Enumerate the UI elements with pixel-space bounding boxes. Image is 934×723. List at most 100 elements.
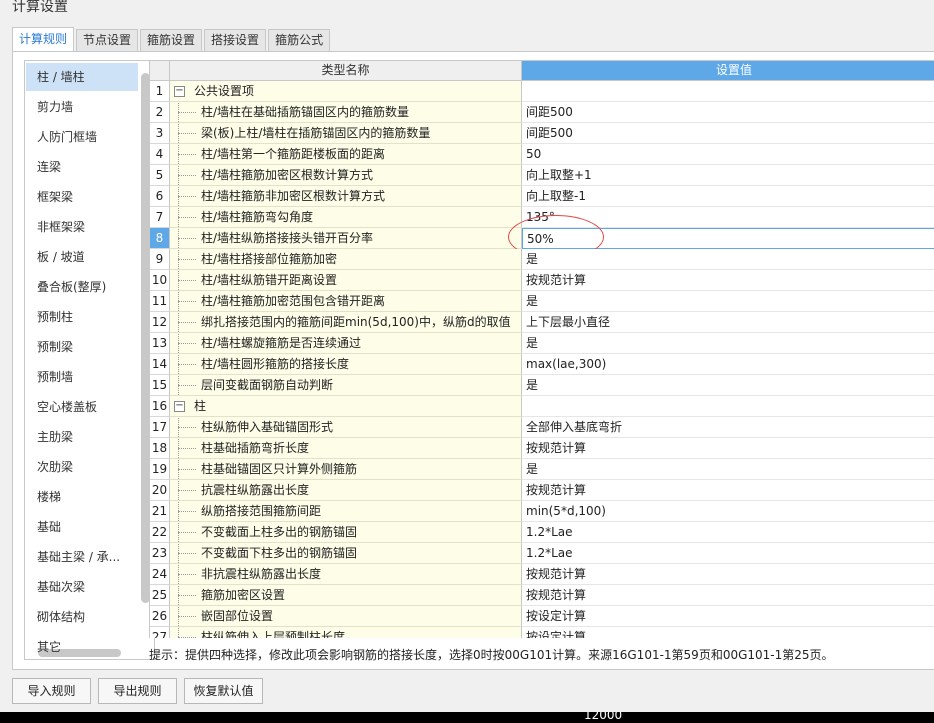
setting-value-cell[interactable] bbox=[522, 396, 934, 417]
setting-value-cell[interactable]: 上下层最小直径 bbox=[522, 312, 934, 333]
setting-value-cell[interactable]: 按规范计算 bbox=[522, 564, 934, 585]
tab-0[interactable]: 计算规则 bbox=[12, 27, 75, 52]
table-row[interactable]: 5 柱/墙柱箍筋加密区根数计算方式 向上取整+1 bbox=[150, 165, 934, 186]
table-row[interactable]: 9 柱/墙柱搭接部位箍筋加密 是 bbox=[150, 249, 934, 270]
grid-header-value[interactable]: 设置值 bbox=[522, 61, 934, 81]
table-row[interactable]: 21 纵筋搭接范围箍筋间距 min(5*d,100) bbox=[150, 501, 934, 522]
row-number[interactable]: 22 bbox=[150, 522, 170, 543]
table-row[interactable]: 22 不变截面上柱多出的钢筋锚固 1.2*Lae bbox=[150, 522, 934, 543]
setting-value-cell[interactable]: max(lae,300) bbox=[522, 354, 934, 375]
left-nav-item[interactable]: 连梁 bbox=[26, 153, 138, 181]
export-rules-button[interactable]: 导出规则 bbox=[98, 678, 177, 704]
table-row[interactable]: 20 抗震柱纵筋露出长度 按规范计算 bbox=[150, 480, 934, 501]
table-row[interactable]: 14 柱/墙柱圆形箍筋的搭接长度 max(lae,300) bbox=[150, 354, 934, 375]
left-nav-item[interactable]: 楼梯 bbox=[26, 483, 138, 511]
setting-value-cell[interactable]: 按规范计算 bbox=[522, 585, 934, 606]
left-nav-item[interactable]: 砌体结构 bbox=[26, 603, 138, 631]
row-number[interactable]: 5 bbox=[150, 165, 170, 186]
setting-value-cell[interactable]: 按规范计算 bbox=[522, 438, 934, 459]
row-number[interactable]: 16 bbox=[150, 396, 170, 417]
row-number[interactable]: 13 bbox=[150, 333, 170, 354]
row-number[interactable]: 18 bbox=[150, 438, 170, 459]
row-number[interactable]: 14 bbox=[150, 354, 170, 375]
table-row[interactable]: 1− 公共设置项 bbox=[150, 81, 934, 102]
setting-value-cell[interactable] bbox=[522, 81, 934, 102]
tab-3[interactable]: 搭接设置 bbox=[204, 29, 267, 52]
tab-1[interactable]: 节点设置 bbox=[76, 29, 139, 52]
left-nav-item[interactable]: 预制柱 bbox=[26, 303, 138, 331]
left-nav-item[interactable]: 框架梁 bbox=[26, 183, 138, 211]
setting-value-cell[interactable]: 是 bbox=[522, 459, 934, 480]
row-number[interactable]: 21 bbox=[150, 501, 170, 522]
setting-value-cell[interactable]: 间距500 bbox=[522, 102, 934, 123]
left-nav-item[interactable]: 次肋梁 bbox=[26, 453, 138, 481]
table-row[interactable]: 27 柱纵筋伸入上层预制柱长度 按设定计算 bbox=[150, 627, 934, 638]
table-row[interactable]: 24 非抗震柱纵筋露出长度 按规范计算 bbox=[150, 564, 934, 585]
table-row[interactable]: 11 柱/墙柱箍筋加密范围包含错开距离 是 bbox=[150, 291, 934, 312]
table-row[interactable]: 10 柱/墙柱纵筋错开距离设置 按规范计算 bbox=[150, 270, 934, 291]
setting-value-cell[interactable]: 是 bbox=[522, 333, 934, 354]
row-number[interactable]: 3 bbox=[150, 123, 170, 144]
row-number[interactable]: 20 bbox=[150, 480, 170, 501]
left-nav-item[interactable]: 基础主梁 / 承... bbox=[26, 543, 138, 571]
left-nav-item[interactable]: 板 / 坡道 bbox=[26, 243, 138, 271]
setting-value-cell[interactable]: 50 bbox=[522, 144, 934, 165]
row-number[interactable]: 9 bbox=[150, 249, 170, 270]
left-nav-item[interactable]: 预制梁 bbox=[26, 333, 138, 361]
setting-value-cell[interactable]: 全部伸入基底弯折 bbox=[522, 417, 934, 438]
table-row[interactable]: 23 不变截面下柱多出的钢筋锚固 1.2*Lae bbox=[150, 543, 934, 564]
row-number[interactable]: 10 bbox=[150, 270, 170, 291]
left-nav-item[interactable]: 人防门框墙 bbox=[26, 123, 138, 151]
collapse-toggle-icon[interactable]: − bbox=[174, 86, 185, 97]
left-nav-item[interactable]: 基础次梁 bbox=[26, 573, 138, 601]
row-number[interactable]: 12 bbox=[150, 312, 170, 333]
left-nav-item[interactable]: 空心楼盖板 bbox=[26, 393, 138, 421]
row-number[interactable]: 8 bbox=[150, 228, 170, 249]
row-number[interactable]: 27 bbox=[150, 627, 170, 638]
row-number[interactable]: 25 bbox=[150, 585, 170, 606]
row-number[interactable]: 4 bbox=[150, 144, 170, 165]
row-number[interactable]: 15 bbox=[150, 375, 170, 396]
row-number[interactable]: 24 bbox=[150, 564, 170, 585]
table-row[interactable]: 18 柱基础插筋弯折长度 按规范计算 bbox=[150, 438, 934, 459]
row-number[interactable]: 17 bbox=[150, 417, 170, 438]
setting-value-cell[interactable]: 向上取整+1 bbox=[522, 165, 934, 186]
restore-defaults-button[interactable]: 恢复默认值 bbox=[184, 678, 263, 704]
setting-value-cell[interactable]: 按设定计算 bbox=[522, 606, 934, 627]
left-nav-item[interactable]: 柱 / 墙柱 bbox=[26, 63, 138, 91]
row-number[interactable]: 26 bbox=[150, 606, 170, 627]
left-nav-item[interactable]: 其它 bbox=[26, 633, 138, 659]
setting-value-cell-selected[interactable]: 50% bbox=[522, 228, 934, 249]
left-nav-item[interactable]: 预制墙 bbox=[26, 363, 138, 391]
table-row[interactable]: 4 柱/墙柱第一个箍筋距楼板面的距离 50 bbox=[150, 144, 934, 165]
table-row[interactable]: 26 嵌固部位设置 按设定计算 bbox=[150, 606, 934, 627]
left-nav-item[interactable]: 基础 bbox=[26, 513, 138, 541]
table-row[interactable]: 8 柱/墙柱纵筋搭接接头错开百分率 50% bbox=[150, 215, 934, 259]
table-row[interactable]: 12 绑扎搭接范围内的箍筋间距min(5d,100)中，纵筋d的取值 上下层最小直径 bbox=[150, 312, 934, 333]
collapse-toggle-icon[interactable]: − bbox=[174, 401, 185, 412]
left-nav-item[interactable]: 主肋梁 bbox=[26, 423, 138, 451]
setting-value-cell[interactable]: 是 bbox=[522, 291, 934, 312]
left-nav-item[interactable]: 剪力墙 bbox=[26, 93, 138, 121]
table-row[interactable]: 2 柱/墙柱在基础插筋锚固区内的箍筋数量 间距500 bbox=[150, 102, 934, 123]
table-row[interactable]: 17 柱纵筋伸入基础锚固形式 全部伸入基底弯折 bbox=[150, 417, 934, 438]
setting-value-cell[interactable]: 按设定计算 bbox=[522, 627, 934, 638]
tab-2[interactable]: 箍筋设置 bbox=[140, 29, 203, 52]
row-number[interactable]: 23 bbox=[150, 543, 170, 564]
setting-value-cell[interactable]: 向上取整-1 bbox=[522, 186, 934, 207]
row-number[interactable]: 7 bbox=[150, 207, 170, 228]
setting-value-cell[interactable]: 按规范计算 bbox=[522, 480, 934, 501]
row-number[interactable]: 1 bbox=[150, 81, 170, 102]
setting-value-cell[interactable]: 135° bbox=[522, 207, 934, 228]
row-number[interactable]: 11 bbox=[150, 291, 170, 312]
table-row[interactable]: 15 层间变截面钢筋自动判断 是 bbox=[150, 375, 934, 396]
table-row[interactable]: 19 柱基础锚固区只计算外侧箍筋 是 bbox=[150, 459, 934, 480]
setting-value-cell[interactable]: 1.2*Lae bbox=[522, 543, 934, 564]
row-number[interactable]: 19 bbox=[150, 459, 170, 480]
left-nav-item[interactable]: 叠合板(整厚) bbox=[26, 273, 138, 301]
grid-header-name[interactable]: 类型名称 bbox=[170, 61, 522, 81]
setting-value-cell[interactable]: 1.2*Lae bbox=[522, 522, 934, 543]
table-row[interactable]: 16− 柱 bbox=[150, 396, 934, 417]
import-rules-button[interactable]: 导入规则 bbox=[12, 678, 91, 704]
tab-4[interactable]: 箍筋公式 bbox=[268, 29, 331, 52]
